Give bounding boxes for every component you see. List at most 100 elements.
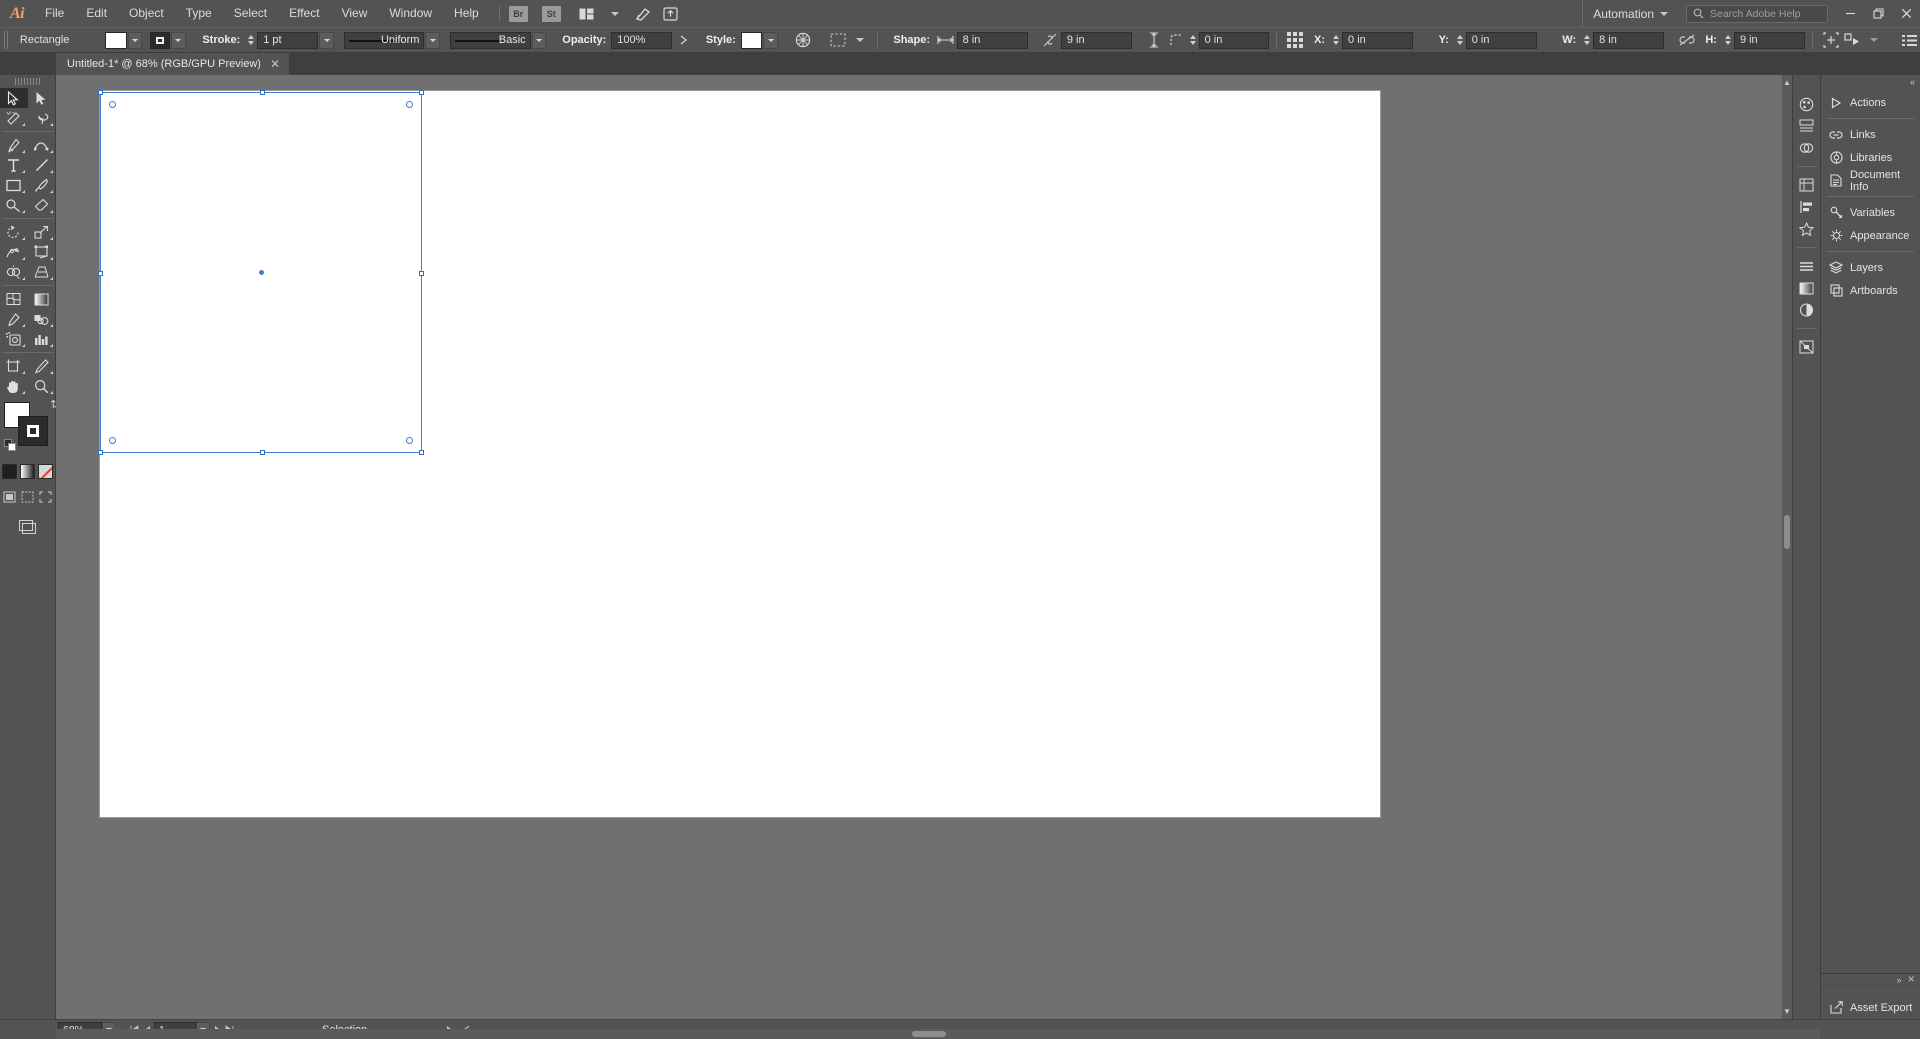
canvas-vertical-scrollbar[interactable]: ▲ ▼ — [1782, 75, 1792, 1019]
h-stepper[interactable] — [1724, 35, 1731, 45]
dock-item-libraries[interactable]: Libraries — [1821, 146, 1920, 169]
graphic-style-dropdown[interactable] — [763, 31, 779, 49]
column-graph-tool[interactable] — [28, 329, 56, 349]
close-button[interactable] — [1892, 0, 1920, 27]
screen-mode-icon[interactable] — [17, 518, 39, 536]
arrange-chevron-icon[interactable] — [1863, 30, 1885, 50]
opacity-options-icon[interactable] — [672, 30, 694, 50]
width-field[interactable]: 8 in — [1593, 31, 1664, 49]
dock-item-actions[interactable]: Actions — [1821, 91, 1920, 114]
fill-swatch-dropdown[interactable] — [127, 31, 143, 49]
stroke-profile-combo[interactable]: Uniform — [343, 31, 425, 49]
draw-inside-icon[interactable] — [38, 489, 53, 504]
menu-item-window[interactable]: Window — [378, 0, 443, 27]
x-stepper[interactable] — [1333, 35, 1340, 45]
shape-link-broken-icon[interactable] — [1039, 30, 1061, 50]
menu-item-file[interactable]: File — [34, 0, 75, 27]
selection-tool[interactable] — [0, 88, 28, 108]
lasso-tool[interactable] — [28, 108, 56, 128]
dock-item-asset-export[interactable]: Asset Export — [1821, 996, 1920, 1019]
default-fill-stroke-icon[interactable] — [3, 439, 17, 452]
hand-tool[interactable] — [0, 376, 28, 396]
workspace-switcher-icon[interactable] — [631, 3, 655, 25]
artboard-tool[interactable] — [0, 356, 28, 376]
width-tool[interactable] — [0, 242, 28, 262]
menu-item-effect[interactable]: Effect — [278, 0, 330, 27]
selection-handle-bottom-center[interactable] — [260, 450, 265, 455]
selection-handle-top-center[interactable] — [260, 90, 265, 95]
menu-item-type[interactable]: Type — [175, 0, 223, 27]
mesh-tool[interactable] — [0, 289, 28, 309]
eraser-tool[interactable] — [28, 195, 56, 215]
eyedropper-tool[interactable] — [0, 309, 28, 329]
w-stepper[interactable] — [1584, 35, 1591, 45]
zoom-tool[interactable] — [28, 376, 56, 396]
stroke-panel-icon[interactable] — [1794, 255, 1820, 277]
canvas-horizontal-scrollbar[interactable] — [56, 1029, 1820, 1039]
selection-handle-bottom-right[interactable] — [419, 450, 424, 455]
document-tab-close-icon[interactable]: ✕ — [270, 58, 280, 70]
dock-close-icon[interactable]: ✕ — [1907, 974, 1915, 985]
color-guide-panel-icon[interactable] — [1794, 115, 1820, 137]
selection-handle-top-left[interactable] — [98, 90, 103, 95]
draw-behind-icon[interactable] — [20, 489, 35, 504]
corner-widget-top-right[interactable] — [406, 101, 413, 108]
scroll-up-icon[interactable]: ▲ — [1783, 78, 1791, 87]
magic-wand-tool[interactable] — [0, 108, 28, 128]
dock-item-document-info[interactable]: Document Info — [1821, 169, 1920, 193]
stroke-swatch-dropdown[interactable] — [170, 31, 186, 49]
menu-item-select[interactable]: Select — [223, 0, 278, 27]
dock-item-layers[interactable]: Layers — [1821, 256, 1920, 279]
shape-builder-tool[interactable] — [0, 262, 28, 282]
minimize-button[interactable] — [1836, 0, 1864, 27]
transform-panel-icon[interactable] — [1820, 30, 1842, 50]
dock-collapse-button[interactable]: « — [1821, 75, 1920, 89]
menu-item-help[interactable]: Help — [443, 0, 490, 27]
blend-tool[interactable] — [28, 309, 56, 329]
rectangle-tool[interactable] — [0, 175, 28, 195]
x-position-field[interactable]: 0 in — [1342, 31, 1413, 49]
slice-tool[interactable] — [28, 356, 56, 376]
shape-width-field[interactable]: 8 in — [956, 31, 1028, 49]
dock-item-variables[interactable]: Variables — [1821, 201, 1920, 224]
shape-height-field[interactable]: 9 in — [1060, 31, 1132, 49]
gradient-tool[interactable] — [28, 289, 56, 309]
corner-radius-field[interactable]: 0 in — [1198, 31, 1270, 49]
canvas-area[interactable]: ▲ ▼ — [56, 75, 1792, 1019]
dock-expand-icon[interactable]: » — [1896, 975, 1901, 985]
canvas-vertical-scroll-thumb[interactable] — [1784, 515, 1790, 549]
document-tab[interactable]: Untitled-1* @ 68% (RGB/GPU Preview) ✕ — [56, 53, 291, 75]
swatches-panel-icon[interactable] — [1794, 299, 1820, 321]
corner-radius-stepper[interactable] — [1189, 35, 1196, 45]
direct-selection-tool[interactable] — [28, 88, 56, 108]
selection-handle-bottom-left[interactable] — [98, 450, 103, 455]
symbol-sprayer-tool[interactable] — [0, 329, 28, 349]
selection-handle-middle-left[interactable] — [98, 271, 103, 276]
search-adobe-help-input[interactable]: Search Adobe Help — [1686, 4, 1828, 23]
scroll-down-icon[interactable]: ▼ — [1783, 1007, 1791, 1016]
bridge-button[interactable]: Br — [508, 5, 528, 22]
menu-item-edit[interactable]: Edit — [75, 0, 118, 27]
panel-options-menu-icon[interactable] — [1898, 30, 1920, 50]
maximize-restore-button[interactable] — [1864, 0, 1892, 27]
stock-button[interactable]: St — [541, 5, 561, 22]
stroke-profile-dropdown[interactable] — [425, 31, 441, 49]
canvas-horizontal-scroll-thumb[interactable] — [912, 1031, 946, 1037]
selection-handle-top-right[interactable] — [419, 90, 424, 95]
y-position-field[interactable]: 0 in — [1465, 31, 1537, 49]
select-similar-icon[interactable] — [827, 30, 849, 50]
corner-widget-bottom-left[interactable] — [109, 437, 116, 444]
draw-normal-icon[interactable] — [2, 489, 17, 504]
align-panel-icon[interactable] — [1794, 196, 1820, 218]
brush-definition-dropdown[interactable] — [531, 31, 547, 49]
arrange-chevron-down-icon[interactable] — [603, 3, 627, 25]
curvature-tool[interactable] — [28, 135, 56, 155]
symbols-panel-icon[interactable] — [1794, 218, 1820, 240]
rotate-tool[interactable] — [0, 222, 28, 242]
color-mode-gradient-icon[interactable] — [20, 464, 35, 479]
paintbrush-tool[interactable] — [28, 175, 56, 195]
menu-item-object[interactable]: Object — [118, 0, 175, 27]
line-segment-tool[interactable] — [28, 155, 56, 175]
brush-definition-combo[interactable]: Basic — [450, 31, 531, 49]
control-bar-grip[interactable] — [4, 31, 10, 49]
